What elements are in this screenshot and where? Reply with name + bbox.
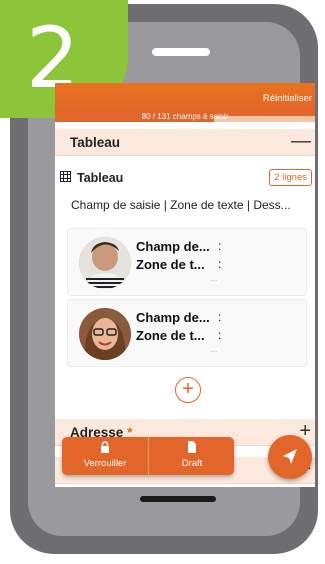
section-header-tableau[interactable]: Tableau —	[55, 129, 315, 156]
progress-label: 80 / 131 champs à saisir	[141, 112, 229, 121]
send-icon	[283, 449, 297, 464]
phone-speaker	[152, 48, 210, 56]
collapse-button[interactable]: —	[291, 129, 311, 153]
table-title-row: Tableau 2 lignes	[55, 167, 315, 187]
grid-icon	[60, 171, 71, 182]
row-field-separator: :	[218, 328, 222, 342]
row-field-separator: :	[218, 257, 222, 271]
row-field-label: Zone de t...	[136, 328, 205, 343]
table-row[interactable]: Champ de... : Zone de t... : ...	[67, 228, 307, 296]
row-more-indicator: ...	[210, 273, 218, 283]
reset-button[interactable]: Réinitialiser	[263, 93, 312, 104]
row-field-label: Zone de t...	[136, 257, 205, 272]
table-row[interactable]: Champ de... : Zone de t... : ...	[67, 299, 307, 367]
row-field-separator: :	[218, 239, 222, 253]
row-field-label: Champ de...	[136, 310, 210, 325]
lock-label: Verrouiller	[83, 458, 127, 469]
table-title: Tableau	[77, 171, 124, 185]
lock-icon	[101, 441, 109, 453]
section-title: Tableau	[70, 135, 121, 150]
plus-circle-icon: +	[182, 378, 194, 400]
send-button[interactable]	[268, 435, 312, 479]
add-row-button[interactable]: +	[175, 377, 201, 403]
row-more-indicator: ...	[210, 344, 218, 354]
columns-summary: Champ de saisie | Zone de texte | Dess..…	[71, 198, 291, 212]
draft-button[interactable]: Draft	[148, 437, 234, 475]
file-icon	[188, 441, 196, 453]
home-indicator	[140, 496, 216, 502]
row-field-separator: :	[218, 310, 222, 324]
lock-button[interactable]: Verrouiller	[62, 437, 148, 475]
avatar	[79, 237, 131, 289]
row-field-label: Champ de...	[136, 239, 210, 254]
draft-label: Draft	[181, 458, 203, 469]
action-bar: Verrouiller Draft	[62, 437, 234, 475]
app-screen: Réinitialiser 80 / 131 champs à saisir T…	[55, 83, 315, 487]
avatar	[79, 308, 131, 360]
lines-count-badge[interactable]: 2 lignes	[269, 169, 312, 186]
